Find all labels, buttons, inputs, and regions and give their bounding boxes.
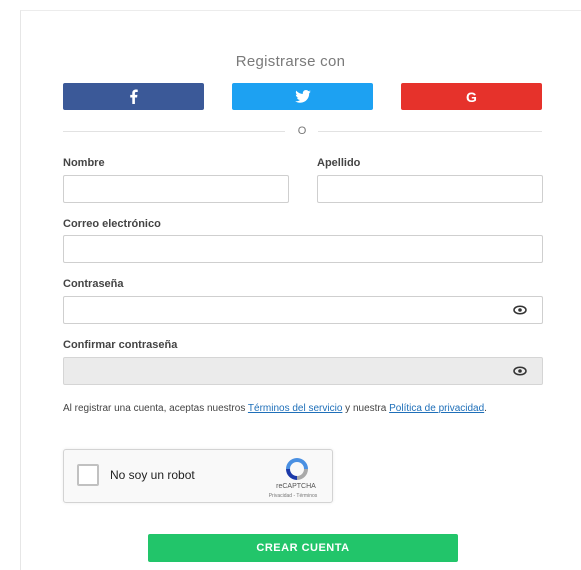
terms-of-service-link[interactable]: Términos del servicio [248,403,342,414]
last-name-label: Apellido [317,157,361,169]
twitter-icon [294,90,311,103]
register-heading: Registrarse con [235,53,346,70]
recaptcha-links[interactable]: Privacidad - Términos [252,493,334,499]
facebook-icon [130,89,138,104]
password-input[interactable] [63,296,543,324]
confirm-password-input[interactable] [63,357,543,385]
first-name-label: Nombre [63,157,105,169]
eye-icon[interactable] [512,363,528,379]
divider-or: O [297,125,307,137]
terms-middle: y nuestra [342,403,390,414]
twitter-button[interactable] [232,83,373,110]
divider-line-left [63,131,285,132]
recaptcha-checkbox[interactable] [77,464,99,486]
facebook-button[interactable] [63,83,204,110]
terms-suffix: . [484,403,487,414]
email-label: Correo electrónico [63,218,161,230]
google-icon: G [466,88,477,105]
terms-text: Al registrar una cuenta, aceptas nuestro… [63,400,533,418]
password-label: Contraseña [63,278,124,290]
privacy-policy-link[interactable]: Política de privacidad [389,403,484,414]
email-input[interactable] [63,235,543,263]
recaptcha-label: No soy un robot [110,468,195,482]
recaptcha-widget: No soy un robot reCAPTCHA Privacidad - T… [63,449,333,503]
last-name-input[interactable] [317,175,543,203]
google-button[interactable]: G [401,83,542,110]
confirm-password-label: Confirmar contraseña [63,339,178,351]
create-account-button[interactable]: CREAR CUENTA [148,534,458,562]
terms-prefix: Al registrar una cuenta, aceptas nuestro… [63,403,248,414]
eye-icon[interactable] [512,302,528,318]
recaptcha-brand: reCAPTCHA [276,483,316,490]
recaptcha-logo-icon [286,458,308,480]
divider-line-right [318,131,542,132]
first-name-input[interactable] [63,175,289,203]
